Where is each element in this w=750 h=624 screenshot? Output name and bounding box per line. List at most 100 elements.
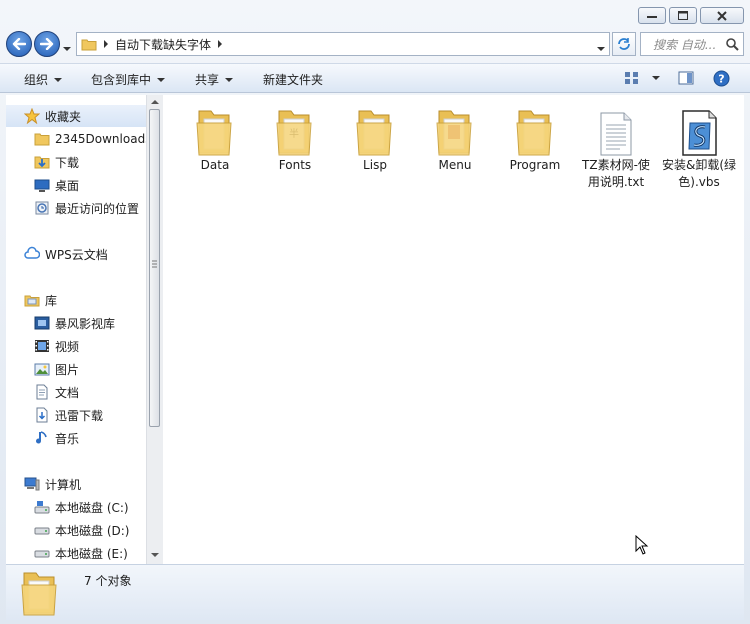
sidebar-item-drive-d[interactable]: 本地磁盘 (D:) xyxy=(34,519,129,541)
sidebar-item-recent-places[interactable]: 最近访问的位置 xyxy=(34,197,139,219)
chevron-right-icon xyxy=(104,40,108,48)
minimize-button[interactable] xyxy=(638,7,666,24)
close-button[interactable] xyxy=(700,7,744,24)
item-count: 7 个对象 xyxy=(84,574,132,588)
sidebar-item-pictures[interactable]: 图片 xyxy=(34,358,79,380)
system-drive-icon xyxy=(34,499,50,515)
sidebar-item-favorites[interactable]: 收藏夹 xyxy=(6,105,146,127)
sidebar-item-label: WPS云文档 xyxy=(45,247,108,262)
organize-menu[interactable]: 组织 xyxy=(24,71,63,88)
computer-icon xyxy=(24,476,40,492)
sidebar-item-label: 本地磁盘 (D:) xyxy=(55,523,130,538)
desktop-icon xyxy=(34,177,50,193)
sidebar-item-label: 库 xyxy=(45,293,58,308)
navigation-bar: 自动下载缺失字体 搜索 自动... xyxy=(0,29,750,59)
sidebar-item-desktop[interactable]: 桌面 xyxy=(34,174,79,196)
file-name: Lisp xyxy=(363,158,387,172)
sidebar-item-drive-e[interactable]: 本地磁盘 (E:) xyxy=(34,542,128,564)
sidebar-item-documents[interactable]: 文档 xyxy=(34,381,79,403)
sidebar-item-xunlei[interactable]: 迅雷下载 xyxy=(34,404,103,426)
share-menu[interactable]: 共享 xyxy=(195,71,234,88)
file-item-fonts[interactable]: 半 Fonts xyxy=(259,101,331,174)
recent-pages-dropdown[interactable] xyxy=(63,40,71,54)
sidebar-item-libraries[interactable]: 库 xyxy=(24,289,57,311)
breadcrumb-segment[interactable]: 自动下载缺失字体 xyxy=(115,36,211,53)
sidebar-item-2345downloads[interactable]: 2345Downloads xyxy=(34,128,146,150)
file-item-readme-txt[interactable]: TZ素材网-使用说明.txt xyxy=(579,101,653,191)
document-icon xyxy=(34,384,50,400)
search-placeholder: 搜索 自动... xyxy=(653,37,717,52)
back-button[interactable] xyxy=(6,31,32,57)
sidebar-item-label: 视频 xyxy=(55,339,80,354)
refresh-button[interactable] xyxy=(612,32,636,56)
arrow-left-icon xyxy=(12,38,26,50)
music-icon xyxy=(34,430,50,446)
search-box[interactable]: 搜索 自动... xyxy=(640,32,744,56)
preview-pane-button[interactable] xyxy=(678,70,694,86)
mouse-cursor-icon xyxy=(635,535,649,555)
scroll-thumb[interactable] xyxy=(149,109,160,427)
download-library-icon xyxy=(34,407,50,423)
new-folder-label: 新建文件夹 xyxy=(263,73,324,87)
file-name: Fonts xyxy=(278,158,312,172)
navigation-pane-scrollbar[interactable] xyxy=(146,95,163,564)
navigation-pane: 收藏夹 2345Downloads 下载 桌面 最近访问的位置 WPS云文档 库 xyxy=(6,95,146,564)
sidebar-item-label: 音乐 xyxy=(55,431,80,446)
view-options-button[interactable] xyxy=(624,70,660,86)
folder-icon xyxy=(419,101,491,157)
scroll-up-arrow[interactable] xyxy=(151,100,159,104)
sidebar-item-label: 文档 xyxy=(55,385,80,400)
sidebar-item-downloads[interactable]: 下载 xyxy=(34,151,79,173)
file-item-install-vbs[interactable]: 安装&卸载(绿色).vbs xyxy=(659,101,739,191)
share-label: 共享 xyxy=(195,73,220,87)
file-item-menu[interactable]: Menu xyxy=(419,101,491,174)
address-bar[interactable]: 自动下载缺失字体 xyxy=(76,32,610,56)
new-folder-button[interactable]: 新建文件夹 xyxy=(263,71,323,88)
hard-drive-icon xyxy=(34,522,50,538)
command-bar: 组织 包含到库中 共享 新建文件夹 ? xyxy=(0,63,750,93)
hard-drive-icon xyxy=(34,545,50,561)
sidebar-item-music[interactable]: 音乐 xyxy=(34,427,79,449)
script-file-icon xyxy=(659,101,739,157)
include-in-library-menu[interactable]: 包含到库中 xyxy=(91,71,166,88)
sidebar-item-label: 计算机 xyxy=(45,477,82,492)
file-item-lisp[interactable]: Lisp xyxy=(339,101,411,174)
arrow-right-icon xyxy=(40,38,54,50)
sidebar-item-label: 暴风影视库 xyxy=(55,316,116,331)
cloud-icon xyxy=(24,246,40,262)
sidebar-item-label: 图片 xyxy=(55,362,80,377)
sidebar-item-label: 桌面 xyxy=(55,178,80,193)
chevron-down-icon xyxy=(225,77,234,82)
window-controls xyxy=(638,7,744,24)
downloads-folder-icon xyxy=(34,154,50,170)
sidebar-item-label: 本地磁盘 (C:) xyxy=(55,500,129,515)
sidebar-item-drive-c[interactable]: 本地磁盘 (C:) xyxy=(34,496,129,518)
file-name: Program xyxy=(509,158,561,172)
preview-pane-icon xyxy=(678,71,694,85)
address-dropdown[interactable] xyxy=(597,40,605,54)
scroll-down-arrow[interactable] xyxy=(151,553,159,557)
file-list: Data 半 Fonts Lisp Menu Program xyxy=(163,95,744,564)
file-name: Data xyxy=(200,158,230,172)
sidebar-item-computer[interactable]: 计算机 xyxy=(24,473,81,495)
chevron-down-icon xyxy=(652,76,660,80)
sidebar-item-label: 迅雷下载 xyxy=(55,408,104,423)
chevron-right-icon[interactable] xyxy=(217,40,223,48)
maximize-button[interactable] xyxy=(669,7,697,24)
file-item-data[interactable]: Data xyxy=(179,101,251,174)
grip-icon xyxy=(152,260,157,268)
star-icon xyxy=(24,108,40,124)
organize-label: 组织 xyxy=(24,73,49,87)
sidebar-item-baofeng[interactable]: 暴风影视库 xyxy=(34,312,115,334)
folder-icon xyxy=(499,101,571,157)
sidebar-item-wps-cloud[interactable]: WPS云文档 xyxy=(24,243,108,265)
sidebar-item-videos[interactable]: 视频 xyxy=(34,335,79,357)
file-item-program[interactable]: Program xyxy=(499,101,571,174)
explorer-window: 自动下载缺失字体 搜索 自动... 组织 包含到库中 共享 新建文件夹 ? 收藏… xyxy=(0,0,750,624)
details-pane: 7 个对象 xyxy=(6,564,744,620)
film-icon xyxy=(34,338,50,354)
file-name: TZ素材网-使用说明.txt xyxy=(582,158,650,189)
sidebar-item-label: 最近访问的位置 xyxy=(55,201,140,216)
forward-button[interactable] xyxy=(34,31,60,57)
help-button[interactable]: ? xyxy=(713,70,730,87)
